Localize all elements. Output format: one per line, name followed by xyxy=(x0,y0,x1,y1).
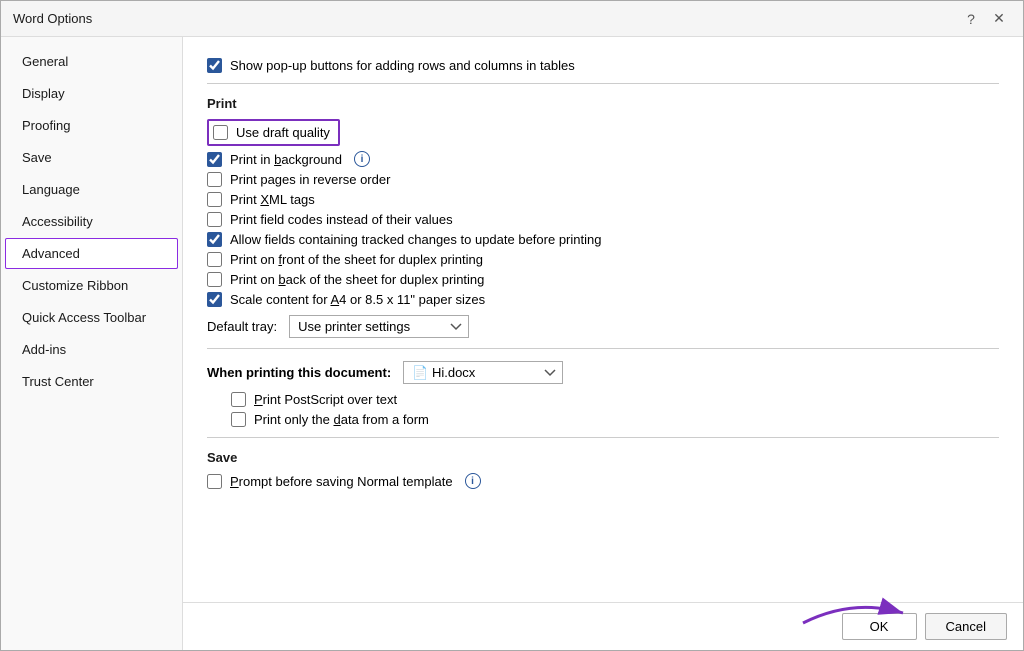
back-duplex-checkbox[interactable] xyxy=(207,272,222,287)
help-button[interactable]: ? xyxy=(959,7,983,31)
reverse-order-checkbox[interactable] xyxy=(207,172,222,187)
prompt-normal-info-icon[interactable]: i xyxy=(465,473,481,489)
front-duplex-label[interactable]: Print on front of the sheet for duplex p… xyxy=(207,252,483,267)
postscript-text: Print PostScript over text xyxy=(254,392,397,407)
word-options-dialog: Word Options ? ✕ General Display Proofin… xyxy=(0,0,1024,651)
tracked-changes-label[interactable]: Allow fields containing tracked changes … xyxy=(207,232,601,247)
draft-quality-text: Use draft quality xyxy=(236,125,330,140)
show-popup-buttons-row: Show pop-up buttons for adding rows and … xyxy=(207,58,999,73)
when-printing-row: When printing this document: 📄 Hi.docx xyxy=(207,361,999,384)
tracked-changes-text: Allow fields containing tracked changes … xyxy=(230,232,601,247)
xml-tags-checkbox[interactable] xyxy=(207,192,222,207)
sidebar-item-proofing[interactable]: Proofing xyxy=(5,110,178,141)
print-background-label[interactable]: Print in background xyxy=(207,152,342,167)
tray-row: Default tray: Use printer settings Auto … xyxy=(207,315,999,338)
section-divider-3 xyxy=(207,437,999,438)
when-printing-label: When printing this document: xyxy=(207,365,391,380)
close-button[interactable]: ✕ xyxy=(987,7,1011,31)
title-bar-controls: ? ✕ xyxy=(959,7,1011,31)
sidebar-item-trust-center[interactable]: Trust Center xyxy=(5,366,178,397)
section-divider-1 xyxy=(207,83,999,84)
tray-label: Default tray: xyxy=(207,319,277,334)
print-background-text: Print in background xyxy=(230,152,342,167)
postscript-checkbox[interactable] xyxy=(231,392,246,407)
draft-quality-label[interactable]: Use draft quality xyxy=(207,119,340,146)
show-popup-buttons-checkbox[interactable] xyxy=(207,58,222,73)
sidebar-item-accessibility[interactable]: Accessibility xyxy=(5,206,178,237)
form-data-row: Print only the data from a form xyxy=(207,412,999,427)
front-duplex-checkbox[interactable] xyxy=(207,252,222,267)
form-data-checkbox[interactable] xyxy=(231,412,246,427)
field-codes-label[interactable]: Print field codes instead of their value… xyxy=(207,212,453,227)
scale-content-label[interactable]: Scale content for A4 or 8.5 x 11" paper … xyxy=(207,292,485,307)
sidebar-item-add-ins[interactable]: Add-ins xyxy=(5,334,178,365)
sidebar-item-language[interactable]: Language xyxy=(5,174,178,205)
back-duplex-row: Print on back of the sheet for duplex pr… xyxy=(207,272,999,287)
main-content: Show pop-up buttons for adding rows and … xyxy=(183,37,1023,650)
footer: OK Cancel xyxy=(183,602,1023,650)
front-duplex-text: Print on front of the sheet for duplex p… xyxy=(230,252,483,267)
field-codes-text: Print field codes instead of their value… xyxy=(230,212,453,227)
form-data-text: Print only the data from a form xyxy=(254,412,429,427)
field-codes-checkbox[interactable] xyxy=(207,212,222,227)
print-background-checkbox[interactable] xyxy=(207,152,222,167)
draft-quality-checkbox[interactable] xyxy=(213,125,228,140)
doc-select[interactable]: 📄 Hi.docx xyxy=(403,361,563,384)
sidebar-item-quick-access-toolbar[interactable]: Quick Access Toolbar xyxy=(5,302,178,333)
postscript-row: Print PostScript over text xyxy=(207,392,999,407)
arrow-annotation xyxy=(793,593,913,636)
scale-content-row: Scale content for A4 or 8.5 x 11" paper … xyxy=(207,292,999,307)
sidebar-item-customize-ribbon[interactable]: Customize Ribbon xyxy=(5,270,178,301)
xml-tags-label[interactable]: Print XML tags xyxy=(207,192,315,207)
sidebar-item-general[interactable]: General xyxy=(5,46,178,77)
prompt-normal-text: Prompt before saving Normal template xyxy=(230,474,453,489)
reverse-order-row: Print pages in reverse order xyxy=(207,172,999,187)
xml-tags-text: Print XML tags xyxy=(230,192,315,207)
print-section-title: Print xyxy=(207,96,999,111)
arrow-svg xyxy=(793,593,913,633)
prompt-normal-label[interactable]: Prompt before saving Normal template xyxy=(207,474,453,489)
prompt-normal-row: Prompt before saving Normal template i xyxy=(207,473,999,489)
draft-quality-highlighted: Use draft quality xyxy=(207,119,340,146)
save-section-title: Save xyxy=(207,450,999,465)
sidebar-item-display[interactable]: Display xyxy=(5,78,178,109)
front-duplex-row: Print on front of the sheet for duplex p… xyxy=(207,252,999,267)
draft-quality-row: Use draft quality xyxy=(207,119,999,146)
dialog-body: General Display Proofing Save Language A… xyxy=(1,37,1023,650)
sidebar-item-advanced[interactable]: Advanced xyxy=(5,238,178,269)
scale-content-checkbox[interactable] xyxy=(207,292,222,307)
form-data-label[interactable]: Print only the data from a form xyxy=(231,412,429,427)
title-bar: Word Options ? ✕ xyxy=(1,1,1023,37)
prompt-normal-checkbox[interactable] xyxy=(207,474,222,489)
back-duplex-label[interactable]: Print on back of the sheet for duplex pr… xyxy=(207,272,484,287)
tracked-changes-checkbox[interactable] xyxy=(207,232,222,247)
show-popup-buttons-text: Show pop-up buttons for adding rows and … xyxy=(230,58,575,73)
content-area: Show pop-up buttons for adding rows and … xyxy=(183,37,1023,602)
reverse-order-label[interactable]: Print pages in reverse order xyxy=(207,172,390,187)
back-duplex-text: Print on back of the sheet for duplex pr… xyxy=(230,272,484,287)
xml-tags-row: Print XML tags xyxy=(207,192,999,207)
field-codes-row: Print field codes instead of their value… xyxy=(207,212,999,227)
sidebar: General Display Proofing Save Language A… xyxy=(1,37,183,650)
cancel-button[interactable]: Cancel xyxy=(925,613,1007,640)
sidebar-item-save[interactable]: Save xyxy=(5,142,178,173)
section-divider-2 xyxy=(207,348,999,349)
scale-content-text: Scale content for A4 or 8.5 x 11" paper … xyxy=(230,292,485,307)
print-background-row: Print in background i xyxy=(207,151,999,167)
dialog-title: Word Options xyxy=(13,11,92,26)
postscript-label[interactable]: Print PostScript over text xyxy=(231,392,397,407)
reverse-order-text: Print pages in reverse order xyxy=(230,172,390,187)
tray-select[interactable]: Use printer settings Auto Select Tray 1 … xyxy=(289,315,469,338)
show-popup-buttons-label[interactable]: Show pop-up buttons for adding rows and … xyxy=(207,58,575,73)
print-background-info-icon[interactable]: i xyxy=(354,151,370,167)
tracked-changes-row: Allow fields containing tracked changes … xyxy=(207,232,999,247)
